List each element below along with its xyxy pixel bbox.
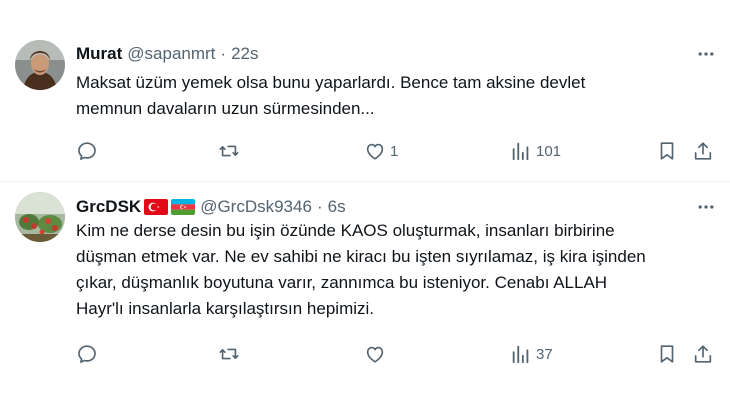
share-button[interactable] — [692, 137, 714, 165]
avatar[interactable] — [15, 40, 65, 90]
bookmark-icon — [660, 142, 674, 160]
retweet-button[interactable] — [218, 137, 244, 165]
display-name[interactable]: Murat — [76, 44, 122, 64]
more-icon[interactable] — [694, 42, 718, 66]
like-icon — [366, 143, 384, 160]
tweet-header: Murat @sapanmrt · 22s — [76, 42, 259, 66]
views-icon — [512, 345, 529, 364]
share-icon — [694, 142, 712, 160]
timestamp[interactable]: 6s — [328, 197, 346, 217]
reply-button[interactable] — [76, 340, 102, 368]
share-button[interactable] — [692, 340, 714, 368]
more-icon[interactable] — [694, 195, 718, 219]
turkey-flag-icon — [144, 199, 169, 215]
user-handle[interactable]: @GrcDsk9346 — [200, 197, 312, 217]
views-icon — [512, 142, 529, 161]
retweet-button[interactable] — [218, 340, 244, 368]
views-button[interactable]: 101 — [510, 137, 561, 165]
separator-dot: · — [220, 44, 227, 63]
timestamp[interactable]: 22s — [231, 44, 258, 64]
views-count: 101 — [536, 142, 562, 160]
reply-icon — [78, 345, 96, 363]
like-button[interactable] — [364, 340, 390, 368]
bookmark-button[interactable] — [656, 340, 678, 368]
tweet[interactable]: GrcDSK @GrcDsk9346 · 6s Kim ne derse des… — [0, 182, 730, 420]
tweet-header: GrcDSK @GrcDsk9346 · 6s — [76, 195, 346, 219]
separator-dot: · — [316, 197, 323, 216]
views-button[interactable]: 37 — [510, 340, 553, 368]
like-icon — [366, 346, 384, 363]
avatar[interactable] — [15, 192, 65, 242]
tweet[interactable]: Murat @sapanmrt · 22s Maksat üzüm yemek … — [0, 0, 730, 182]
action-bar: 1 101 — [0, 137, 730, 165]
like-button[interactable]: 1 — [364, 137, 398, 165]
reply-icon — [78, 142, 96, 160]
display-name[interactable]: GrcDSK — [76, 197, 141, 217]
azerbaijan-flag-icon — [171, 199, 196, 215]
bookmark-button[interactable] — [656, 137, 678, 165]
bookmark-icon — [660, 345, 674, 363]
tweet-text: Maksat üzüm yemek olsa bunu yaparlardı. … — [76, 73, 586, 118]
share-icon — [694, 345, 712, 363]
tweet-text: Kim ne derse desin bu işin özünde KAOS o… — [76, 221, 646, 318]
views-count: 37 — [536, 345, 553, 363]
action-bar: 37 — [0, 340, 730, 368]
reply-button[interactable] — [76, 137, 102, 165]
like-count: 1 — [390, 142, 399, 160]
user-handle[interactable]: @sapanmrt — [127, 44, 215, 64]
retweet-icon — [219, 348, 239, 360]
retweet-icon — [219, 145, 239, 157]
